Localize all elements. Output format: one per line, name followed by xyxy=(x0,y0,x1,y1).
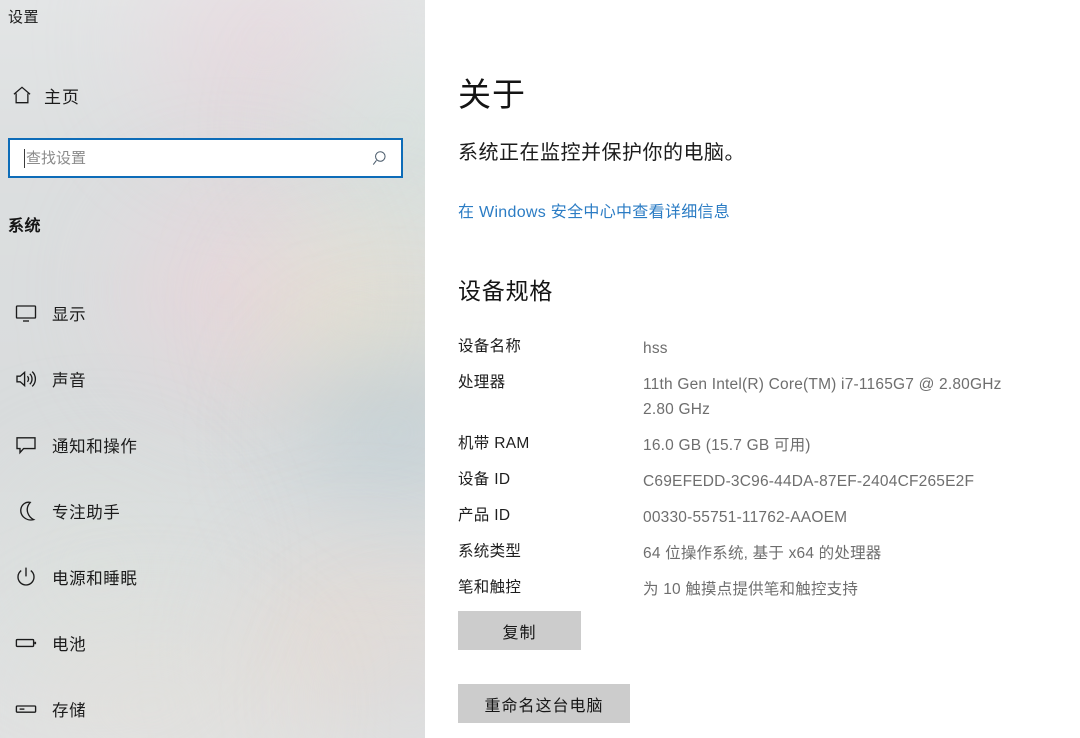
speaker-icon xyxy=(0,367,52,391)
spec-value: 11th Gen Intel(R) Core(TM) i7-1165G7 @ 2… xyxy=(643,376,1002,418)
sidebar-item-battery[interactable]: 电池 xyxy=(0,610,425,676)
spec-label: 系统类型 xyxy=(458,543,522,560)
spec-value: C69EFEDD-3C96-44DA-87EF-2404CF265E2F xyxy=(643,473,975,490)
settings-window: 设置 主页 查找设置 系统 显示 声音 通知和操作 专注助手 电源和睡眠 电池 … xyxy=(0,0,1080,738)
section-title-device-specs: 设备规格 xyxy=(458,278,554,304)
copy-button[interactable]: 复制 xyxy=(458,611,581,650)
search-icon[interactable] xyxy=(361,149,401,168)
spec-label: 设备名称 xyxy=(458,338,522,355)
sidebar-nav-list: 显示 声音 通知和操作 专注助手 电源和睡眠 电池 存储 xyxy=(0,280,425,738)
sidebar-item-battery-label: 电池 xyxy=(52,636,87,654)
sidebar-item-display-label: 显示 xyxy=(52,306,87,324)
moon-icon xyxy=(0,499,52,523)
sidebar-item-sound-label: 声音 xyxy=(52,372,87,390)
sidebar-item-power-sleep-label: 电源和睡眠 xyxy=(52,570,138,588)
sidebar-group-title: 系统 xyxy=(8,218,42,235)
search-input[interactable] xyxy=(25,140,361,176)
sidebar-item-power-sleep[interactable]: 电源和睡眠 xyxy=(0,544,425,610)
spec-row-pen-and-touch: 笔和触控 为 10 触摸点提供笔和触控支持 xyxy=(458,577,1058,602)
sidebar-item-focus-assist-label: 专注助手 xyxy=(52,504,121,522)
power-icon xyxy=(0,565,52,589)
spec-row-device-name: 设备名称 hss xyxy=(458,336,1058,361)
spec-label: 机带 RAM xyxy=(458,435,530,452)
rename-pc-button[interactable]: 重命名这台电脑 xyxy=(458,684,630,723)
sidebar: 设置 主页 查找设置 系统 显示 声音 通知和操作 专注助手 电源和睡眠 电池 … xyxy=(0,0,425,738)
spec-value: 16.0 GB (15.7 GB 可用) xyxy=(643,437,811,454)
sidebar-item-home-label: 主页 xyxy=(44,87,80,107)
monitor-icon xyxy=(0,301,52,325)
spec-value: 00330-55751-11762-AAOEM xyxy=(643,509,848,526)
sidebar-item-notifications[interactable]: 通知和操作 xyxy=(0,412,425,478)
battery-icon xyxy=(0,631,52,655)
spec-label: 产品 ID xyxy=(458,507,511,524)
spec-value: 为 10 触摸点提供笔和触控支持 xyxy=(643,581,859,598)
sidebar-item-focus-assist[interactable]: 专注助手 xyxy=(0,478,425,544)
sidebar-item-display[interactable]: 显示 xyxy=(0,280,425,346)
search-box[interactable] xyxy=(8,138,403,178)
storage-icon xyxy=(0,697,52,721)
device-specs-table: 设备名称 hss 处理器 11th Gen Intel(R) Core(TM) … xyxy=(458,336,1058,613)
security-status-text: 系统正在监控并保护你的电脑。 xyxy=(458,142,745,164)
main-content: 关于 系统正在监控并保护你的电脑。 在 Windows 安全中心中查看详细信息 … xyxy=(425,0,1080,738)
sidebar-item-notifications-label: 通知和操作 xyxy=(52,438,138,456)
spec-label: 设备 ID xyxy=(458,471,511,488)
page-title: 关于 xyxy=(458,76,526,113)
sidebar-item-home[interactable]: 主页 xyxy=(0,76,425,114)
spec-label: 笔和触控 xyxy=(458,579,522,596)
spec-value: 64 位操作系统, 基于 x64 的处理器 xyxy=(643,545,882,562)
sidebar-item-storage-label: 存储 xyxy=(52,702,87,720)
spec-row-installed-ram: 机带 RAM 16.0 GB (15.7 GB 可用) xyxy=(458,433,1058,458)
sidebar-item-storage[interactable]: 存储 xyxy=(0,676,425,738)
chat-bubble-icon xyxy=(0,433,52,457)
sidebar-item-sound[interactable]: 声音 xyxy=(0,346,425,412)
app-title: 设置 xyxy=(8,9,40,26)
spec-row-system-type: 系统类型 64 位操作系统, 基于 x64 的处理器 xyxy=(458,541,1058,566)
spec-value: hss xyxy=(643,340,668,357)
home-icon xyxy=(0,84,44,106)
spec-row-processor: 处理器 11th Gen Intel(R) Core(TM) i7-1165G7… xyxy=(458,372,1058,422)
spec-label: 处理器 xyxy=(458,374,506,391)
security-details-link[interactable]: 在 Windows 安全中心中查看详细信息 xyxy=(458,198,730,222)
spec-row-product-id: 产品 ID 00330-55751-11762-AAOEM xyxy=(458,505,1058,530)
spec-row-device-id: 设备 ID C69EFEDD-3C96-44DA-87EF-2404CF265E… xyxy=(458,469,1058,494)
